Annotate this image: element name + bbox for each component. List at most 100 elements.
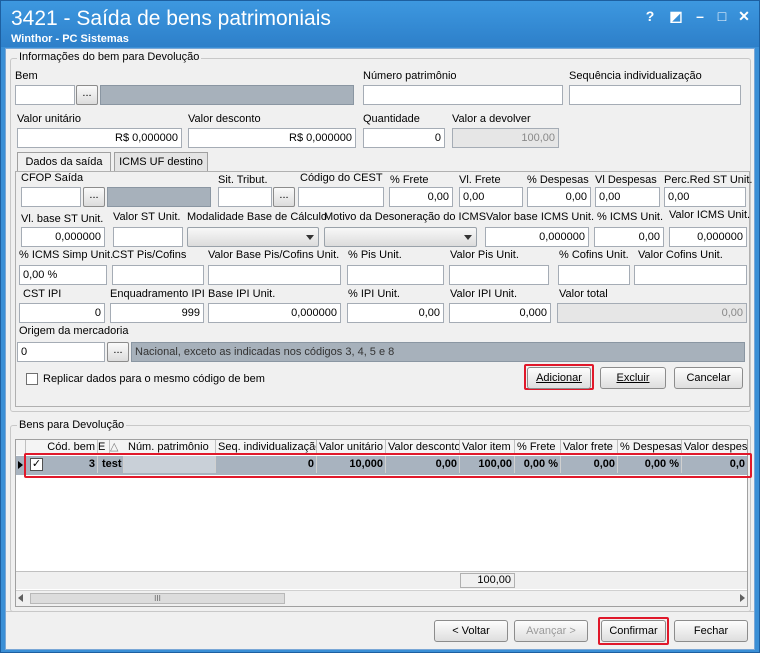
confirmar-button[interactable]: Confirmar xyxy=(601,620,666,642)
window-title: 3421 - Saída de bens patrimoniais xyxy=(11,7,331,30)
scroll-thumb[interactable]: III xyxy=(30,593,285,604)
valor-total-label: Valor total xyxy=(559,288,608,300)
form-body: Informações do bem para Devolução Bem ..… xyxy=(5,48,755,650)
voltar-button-label: < Voltar xyxy=(452,625,490,637)
valor-base-pis-label: Valor Base Pis/Cofins Unit. xyxy=(208,249,340,261)
vl-despesas-label: Vl Despesas xyxy=(595,174,657,186)
application-window: 3421 - Saída de bens patrimoniais Wintho… xyxy=(0,0,760,653)
tab-dados-saida[interactable]: Dados da saída xyxy=(17,152,111,172)
row-highlight xyxy=(24,453,752,478)
replicar-checkbox[interactable] xyxy=(26,373,38,385)
perc-icms-simp-input[interactable]: 0,00 % xyxy=(19,265,107,285)
fechar-button[interactable]: Fechar xyxy=(674,620,748,642)
enquadramento-label: Enquadramento IPI xyxy=(110,288,205,300)
bens-group-label: Bens para Devolução xyxy=(17,419,127,431)
valor-base-icms-label: Valor base ICMS Unit. xyxy=(486,211,595,223)
vl-frete-input[interactable]: 0,00 xyxy=(459,187,523,207)
perc-pis-label: % Pis Unit. xyxy=(348,249,402,261)
tab-icms-uf-destino[interactable]: ICMS UF destino xyxy=(114,152,208,172)
vl-despesas-input[interactable]: 0,00 xyxy=(595,187,660,207)
cfop-description-field xyxy=(107,187,211,207)
valor-st-input[interactable] xyxy=(113,227,183,247)
valor-cofins-input[interactable] xyxy=(634,265,747,285)
horizontal-scrollbar[interactable]: III xyxy=(16,590,747,606)
cst-pis-label: CST Pis/Cofins xyxy=(112,249,187,261)
sequencia-input[interactable] xyxy=(569,85,741,105)
motivo-label: Motivo da Desoneração do ICMS xyxy=(324,211,487,223)
perc-icms-input[interactable]: 0,00 xyxy=(594,227,664,247)
cst-ipi-input[interactable]: 0 xyxy=(19,303,105,323)
valor-base-pis-input[interactable] xyxy=(208,265,341,285)
window-subtitle: Winthor - PC Sistemas xyxy=(11,33,129,45)
help-icon[interactable]: ? xyxy=(641,7,659,25)
cst-pis-input[interactable] xyxy=(112,265,204,285)
origem-input[interactable]: 0 xyxy=(17,342,105,362)
adicionar-button[interactable]: Adicionar xyxy=(527,367,591,389)
scroll-left-icon[interactable] xyxy=(18,594,23,602)
valor-base-icms-input[interactable]: 0,000000 xyxy=(485,227,589,247)
valor-icms-label: Valor ICMS Unit. xyxy=(669,209,751,221)
origem-description-field: Nacional, exceto as indicadas nos código… xyxy=(131,342,745,362)
replicar-label: Replicar dados para o mesmo código de be… xyxy=(43,373,265,385)
bem-label: Bem xyxy=(15,70,38,82)
modalidade-select[interactable] xyxy=(187,227,319,247)
perc-pis-input[interactable] xyxy=(347,265,444,285)
perc-icms-simp-label: % ICMS Simp Unit. xyxy=(19,249,114,261)
base-ipi-input[interactable]: 0,000000 xyxy=(208,303,341,323)
perc-cofins-label: % Cofins Unit. xyxy=(559,249,629,261)
title-bar: 3421 - Saída de bens patrimoniais Wintho… xyxy=(1,1,759,47)
excluir-button[interactable]: Excluir xyxy=(600,367,666,389)
valor-desconto-input[interactable]: R$ 0,000000 xyxy=(188,128,356,148)
scroll-right-icon[interactable] xyxy=(740,594,745,602)
cfop-input[interactable] xyxy=(21,187,81,207)
sequencia-label: Sequência individualização xyxy=(569,70,702,82)
sit-tribut-lookup-button[interactable]: ... xyxy=(273,187,295,207)
perc-cofins-input[interactable] xyxy=(558,265,630,285)
valor-icms-input[interactable]: 0,000000 xyxy=(669,227,747,247)
cst-ipi-label: CST IPI xyxy=(23,288,62,300)
cest-label: Código do CEST xyxy=(300,172,383,184)
numero-patrimonio-input[interactable] xyxy=(363,85,563,105)
valor-unitario-label: Valor unitário xyxy=(17,113,81,125)
perc-red-st-label: Perc.Red ST Unit. xyxy=(664,174,753,186)
motivo-select[interactable] xyxy=(324,227,477,247)
grid-footer: 100,00 xyxy=(16,571,747,589)
sit-tribut-input[interactable] xyxy=(218,187,272,207)
bem-description-field xyxy=(100,85,354,105)
valor-pis-input[interactable] xyxy=(449,265,549,285)
bem-lookup-button[interactable]: ... xyxy=(76,85,98,105)
quantidade-input[interactable]: 0 xyxy=(363,128,445,148)
bem-input[interactable] xyxy=(15,85,75,105)
valor-st-label: Valor ST Unit. xyxy=(113,211,181,223)
valor-total-field: 0,00 xyxy=(557,303,747,323)
perc-frete-input[interactable]: 0,00 xyxy=(389,187,453,207)
cest-input[interactable] xyxy=(298,187,384,207)
vl-base-st-input[interactable]: 0,000000 xyxy=(21,227,105,247)
valor-ipi-label: Valor IPI Unit. xyxy=(450,288,518,300)
close-icon[interactable]: ✕ xyxy=(735,7,753,25)
maximize-icon[interactable]: □ xyxy=(713,7,731,25)
vl-base-st-label: Vl. base ST Unit. xyxy=(21,213,104,225)
perc-icms-label: % ICMS Unit. xyxy=(597,211,664,223)
origem-lookup-button[interactable]: ... xyxy=(107,342,129,362)
perc-despesas-label: % Despesas xyxy=(527,174,589,186)
perc-despesas-input[interactable]: 0,00 xyxy=(527,187,591,207)
perc-ipi-input[interactable]: 0,00 xyxy=(347,303,444,323)
modalidade-label: Modalidade Base de Cálculo xyxy=(187,211,328,223)
origem-label: Origem da mercadoria xyxy=(19,325,129,337)
perc-red-st-input[interactable]: 0,00 xyxy=(664,187,746,207)
voltar-button[interactable]: < Voltar xyxy=(434,620,508,642)
info-group-label: Informações do bem para Devolução xyxy=(17,51,202,63)
valor-pis-label: Valor Pis Unit. xyxy=(450,249,519,261)
cfop-lookup-button[interactable]: ... xyxy=(83,187,105,207)
chevron-down-icon xyxy=(306,235,314,240)
adicionar-button-label: Adicionar xyxy=(536,372,582,384)
avancar-button[interactable]: Avançar > xyxy=(514,620,588,642)
restore-icon[interactable]: ◩ xyxy=(667,7,685,25)
valor-ipi-input[interactable]: 0,000 xyxy=(449,303,551,323)
minimize-icon[interactable]: – xyxy=(691,7,709,25)
cancelar-button[interactable]: Cancelar xyxy=(674,367,743,389)
enquadramento-input[interactable]: 999 xyxy=(110,303,204,323)
chevron-down-icon xyxy=(464,235,472,240)
valor-unitario-input[interactable]: R$ 0,000000 xyxy=(17,128,182,148)
